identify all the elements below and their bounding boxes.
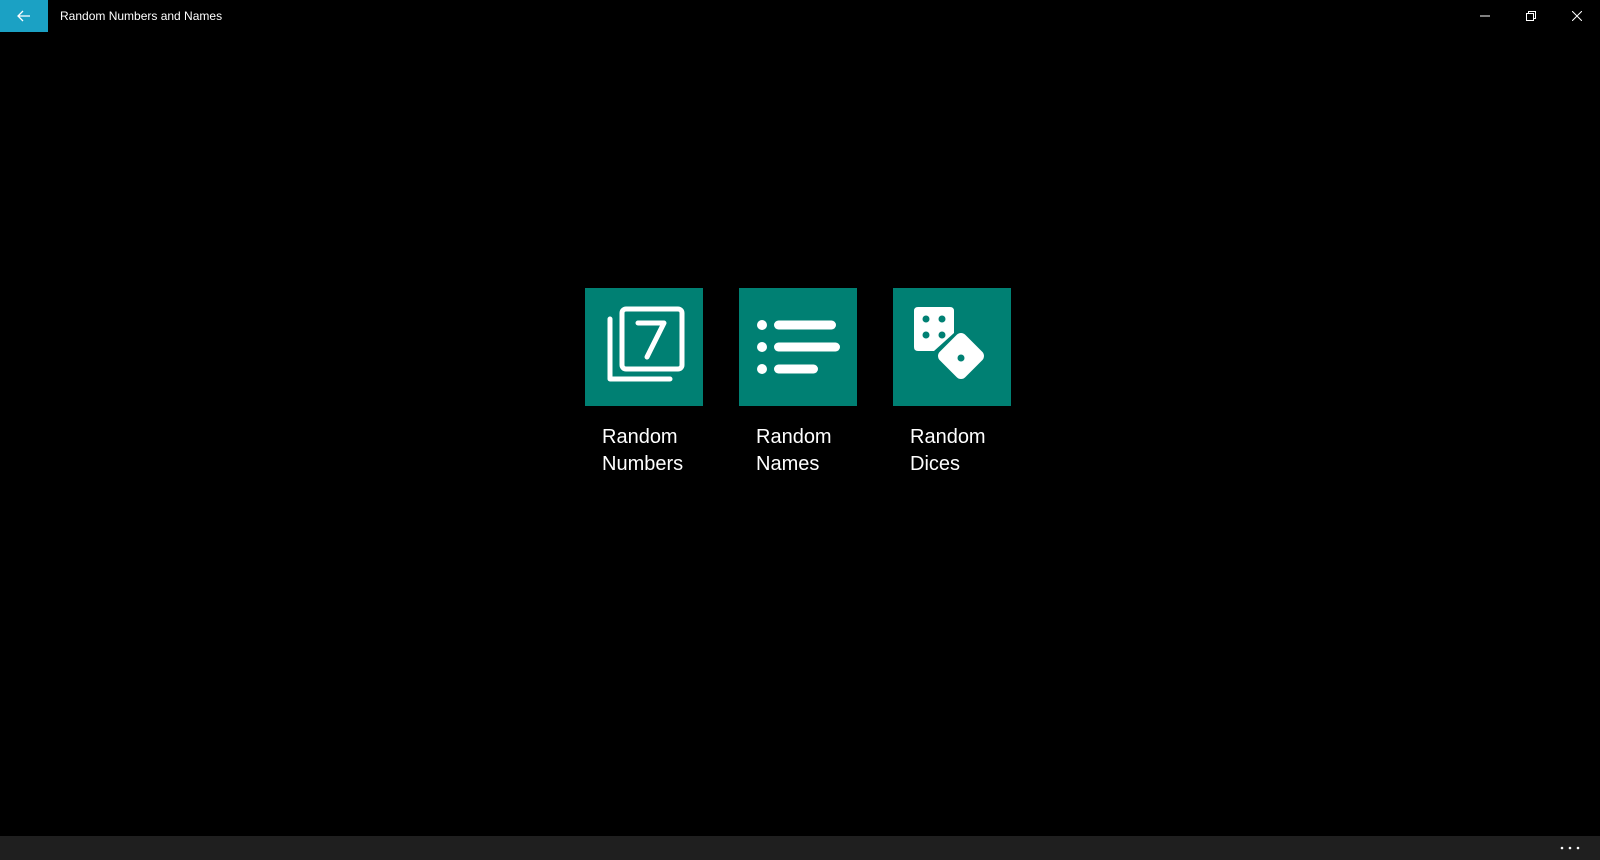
app-window: Random Numbers and Names Random Numbers … [0, 0, 1600, 860]
tiles-group: Random Numbers Random Names Random Dices [585, 288, 1011, 478]
title-bar: Random Numbers and Names [0, 0, 1600, 32]
tile-random-names[interactable]: Random Names [739, 288, 857, 478]
more-button[interactable] [1550, 836, 1590, 860]
more-ellipsis-icon [1560, 846, 1580, 850]
back-button[interactable] [0, 0, 48, 32]
tile-label: Random Dices [893, 424, 1011, 478]
caption-buttons [1462, 0, 1600, 32]
tile-square [739, 288, 857, 406]
tile-label-line2: Names [756, 453, 820, 475]
tile-label-line1: Random [910, 426, 986, 448]
tile-label-line1: Random [756, 426, 832, 448]
close-button[interactable] [1554, 0, 1600, 32]
tile-square [585, 288, 703, 406]
tile-label: Random Numbers [585, 424, 703, 478]
bottom-app-bar [0, 836, 1600, 860]
arrow-left-icon [17, 10, 30, 22]
close-icon [1572, 11, 1582, 21]
restore-button[interactable] [1508, 0, 1554, 32]
restore-icon [1526, 11, 1536, 21]
tile-square [893, 288, 1011, 406]
dice-icon [914, 307, 984, 379]
app-title: Random Numbers and Names [60, 9, 223, 23]
tile-label-line1: Random [602, 426, 678, 448]
tile-label: Random Names [739, 424, 857, 478]
minimize-icon [1480, 15, 1490, 17]
tile-label-line2: Numbers [602, 453, 684, 475]
tile-random-numbers[interactable]: Random Numbers [585, 288, 703, 478]
minimize-button[interactable] [1462, 0, 1508, 32]
list-icon [757, 320, 840, 374]
number-card-icon [607, 306, 685, 382]
tile-random-dices[interactable]: Random Dices [893, 288, 1011, 478]
tile-label-line2: Dices [910, 453, 961, 475]
